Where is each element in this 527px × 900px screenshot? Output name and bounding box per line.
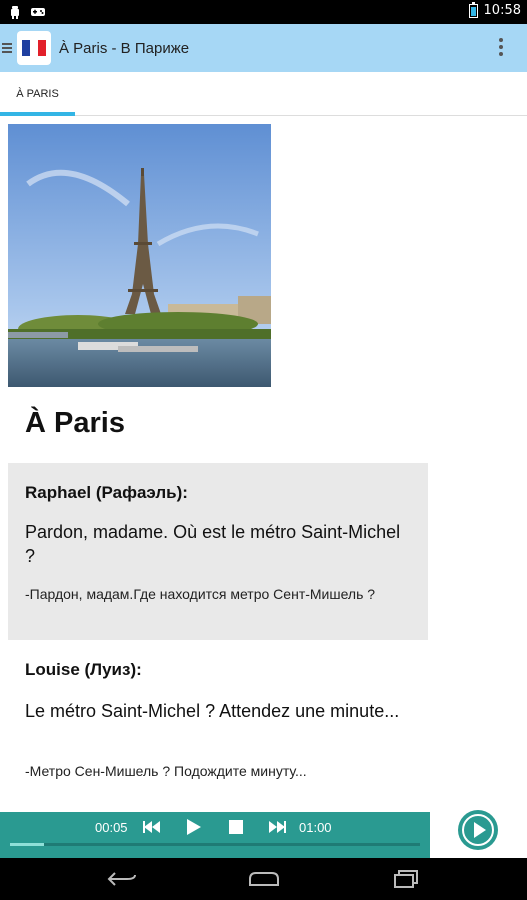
home-icon[interactable] (246, 868, 282, 890)
lesson-title: À Paris (25, 407, 125, 439)
nav-bar (0, 858, 527, 900)
battery-icon (468, 1, 478, 18)
progress-fill (10, 843, 45, 846)
android-icon (8, 4, 22, 19)
russian-translation: -Пардон, мадам.Где находится метро Сент-… (25, 586, 376, 602)
french-line: Pardon, madame. Où est le métro Saint-Mi… (25, 522, 401, 566)
overflow-menu-icon[interactable] (499, 38, 503, 56)
tab-bar: À PARIS (0, 72, 527, 116)
app-bar: À Paris - В Париже (0, 24, 527, 72)
lesson-content[interactable]: À Paris Raphael (Рафаэль): Pardon, madam… (0, 117, 527, 812)
tab-indicator (0, 112, 75, 116)
speaker-name: Louise (Луиз): (25, 660, 142, 679)
status-bar: 10:58 (0, 0, 527, 24)
stop-icon[interactable] (226, 818, 246, 836)
app-title: À Paris - В Париже (59, 39, 190, 57)
gamepad-icon (30, 4, 45, 18)
french-flag-icon[interactable] (17, 31, 51, 65)
back-icon[interactable] (104, 868, 140, 890)
dialog-item[interactable]: Raphael (Рафаэль): Pardon, madame. Où es… (8, 463, 428, 640)
russian-translation: -Метро Сен-Мишель ? Подождите минуту... (25, 763, 307, 779)
play-icon[interactable] (184, 818, 204, 836)
french-line: Le métro Saint-Michel ? Attendez une min… (25, 701, 400, 721)
speaker-name: Raphael (Рафаэль): (25, 483, 188, 502)
rewind-icon[interactable] (142, 818, 162, 836)
tab-a-paris[interactable]: À PARIS (0, 72, 75, 116)
clock: 10:58 (483, 3, 521, 18)
drawer-icon[interactable] (2, 43, 12, 53)
status-right: 10:58 (468, 1, 521, 18)
total-time: 01:00 (299, 820, 332, 835)
notification-icons (8, 4, 45, 19)
eiffel-tower-photo (8, 124, 271, 387)
recent-apps-icon[interactable] (388, 868, 424, 890)
play-circle-icon[interactable] (458, 810, 498, 850)
dialog-item[interactable]: Louise (Луиз): Le métro Saint-Michel ? A… (8, 640, 428, 812)
fast-forward-icon[interactable] (267, 818, 287, 836)
audio-player: 00:05 01:00 (0, 812, 430, 858)
current-time: 00:05 (95, 820, 128, 835)
tab-label: À PARIS (16, 88, 59, 100)
progress-bar[interactable] (10, 843, 420, 846)
